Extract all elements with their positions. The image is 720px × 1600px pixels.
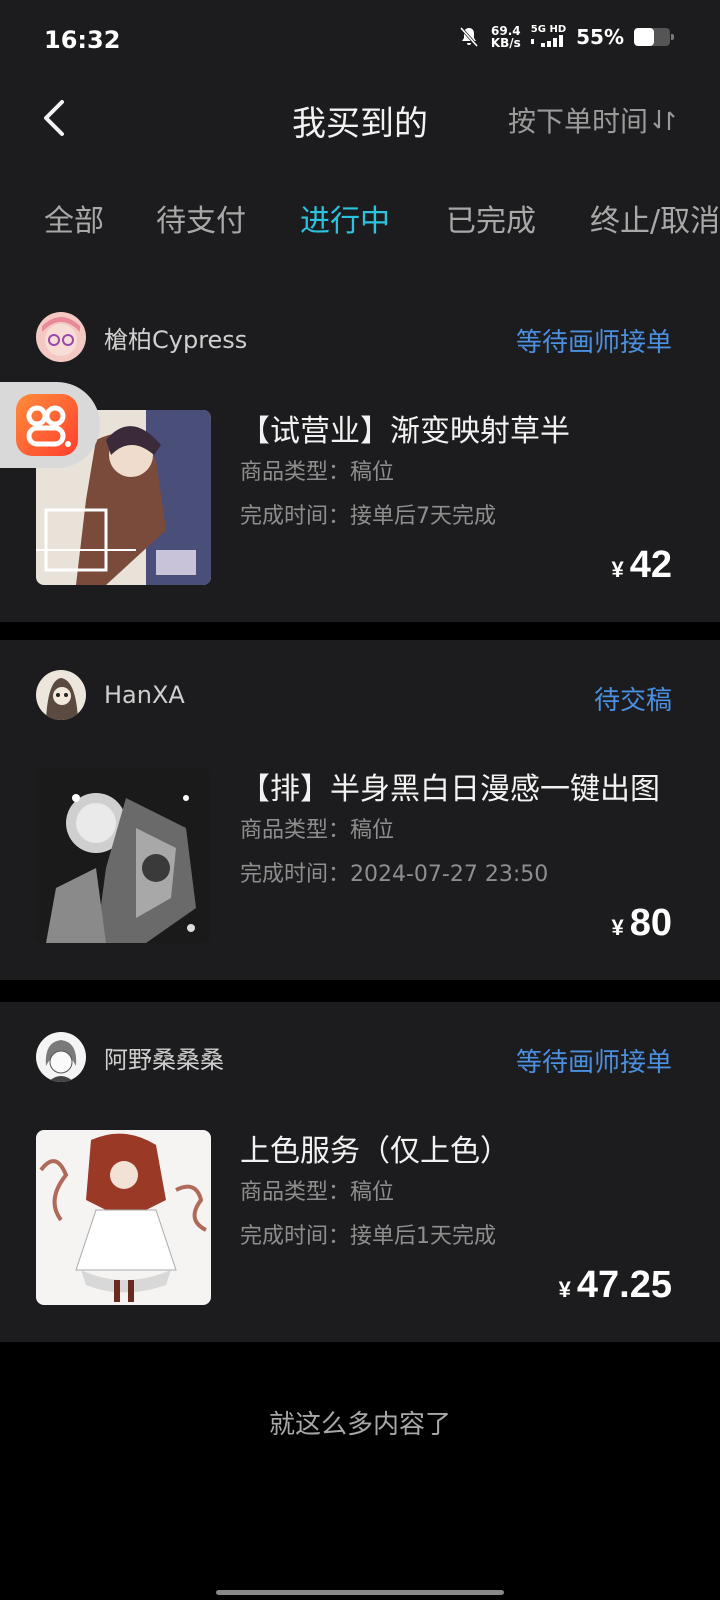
order-card[interactable]: 阿野桑桑桑 等待画师接单 上色服务（仅上色） 商品类型：稿位 完成时间：接单后1…: [0, 1002, 720, 1342]
sort-label: 按下单时间: [507, 105, 648, 138]
price-amount: 47.25: [576, 1264, 672, 1306]
product-title: 上色服务（仅上色）: [240, 1134, 510, 1169]
seller-name: 槍柏Cypress: [104, 325, 248, 354]
product-title: 【排】半身黑白日漫感一键出图: [240, 772, 660, 807]
price: ¥47.25: [559, 1264, 672, 1307]
product-image[interactable]: [36, 768, 211, 943]
avatar[interactable]: [36, 1032, 86, 1082]
price: ¥80: [611, 902, 672, 945]
order-card[interactable]: HanXA 待交稿 【排】半身黑白日漫感一键出图 商品类型：稿位 完成时间：20…: [0, 640, 720, 980]
completion-time: 完成时间：接单后7天完成: [240, 504, 496, 529]
tab-completed[interactable]: 已完成: [446, 196, 536, 240]
seller-info[interactable]: 槍柏Cypress: [36, 312, 247, 362]
avatar[interactable]: [36, 312, 86, 362]
end-of-list-text: 就这么多内容了: [268, 1410, 451, 1440]
completion-time: 完成时间：2024-07-27 23:50: [240, 862, 549, 887]
order-card[interactable]: 槍柏Cypress 等待画师接单 【试营业】渐变映射草半 商品类型：稿位 完成时…: [0, 282, 720, 622]
seller-info[interactable]: HanXA: [36, 670, 185, 720]
avatar[interactable]: [36, 670, 86, 720]
tab-all[interactable]: 全部: [44, 196, 104, 240]
tab-pending-payment[interactable]: 待支付: [156, 196, 246, 240]
product-type: 商品类型：稿位: [240, 818, 395, 843]
price: ¥42: [611, 544, 672, 587]
home-indicator[interactable]: [216, 1590, 504, 1595]
app-logo-icon: [16, 394, 78, 456]
net-speed: 69.4 KB/s: [490, 24, 521, 50]
top-panel: 16:32 69.4 KB/s 5G HD 55% 我买到的 按下单时间 全部 …: [0, 0, 720, 290]
battery-icon: [634, 28, 674, 46]
sort-button[interactable]: 按下单时间: [508, 100, 676, 140]
product-type: 商品类型：稿位: [240, 1180, 395, 1205]
seller-info[interactable]: 阿野桑桑桑: [36, 1032, 224, 1082]
currency: ¥: [611, 915, 624, 940]
battery-percent: 55%: [576, 25, 624, 49]
order-status: 等待画师接单: [515, 328, 672, 358]
completion-time: 完成时间：接单后1天完成: [240, 1224, 496, 1249]
tab-terminated[interactable]: 终止/取消: [590, 196, 720, 240]
price-amount: 80: [629, 902, 672, 944]
status-bar: 16:32 69.4 KB/s 5G HD 55%: [0, 0, 720, 84]
signal-bars-icon: [530, 35, 563, 47]
order-tabs: 全部 待支付 进行中 已完成 终止/取消: [0, 196, 720, 246]
product-type: 商品类型：稿位: [240, 460, 395, 485]
seller-name: HanXA: [104, 681, 185, 709]
currency: ¥: [558, 1277, 571, 1302]
tab-in-progress[interactable]: 进行中: [300, 196, 390, 240]
sort-arrows-icon: [653, 110, 675, 130]
status-icons: 69.4 KB/s 5G HD 55%: [457, 24, 674, 50]
status-time: 16:32: [44, 26, 121, 54]
price-amount: 42: [629, 544, 672, 586]
floating-app-button[interactable]: [0, 382, 100, 468]
order-status: 待交稿: [593, 686, 672, 716]
order-status: 等待画师接单: [515, 1048, 672, 1078]
signal-indicator: 5G HD: [530, 24, 566, 50]
product-title: 【试营业】渐变映射草半: [240, 414, 570, 449]
seller-name: 阿野桑桑桑: [104, 1045, 224, 1074]
currency: ¥: [611, 557, 624, 582]
bell-mute-icon: [459, 27, 478, 47]
product-image[interactable]: [36, 1130, 211, 1305]
